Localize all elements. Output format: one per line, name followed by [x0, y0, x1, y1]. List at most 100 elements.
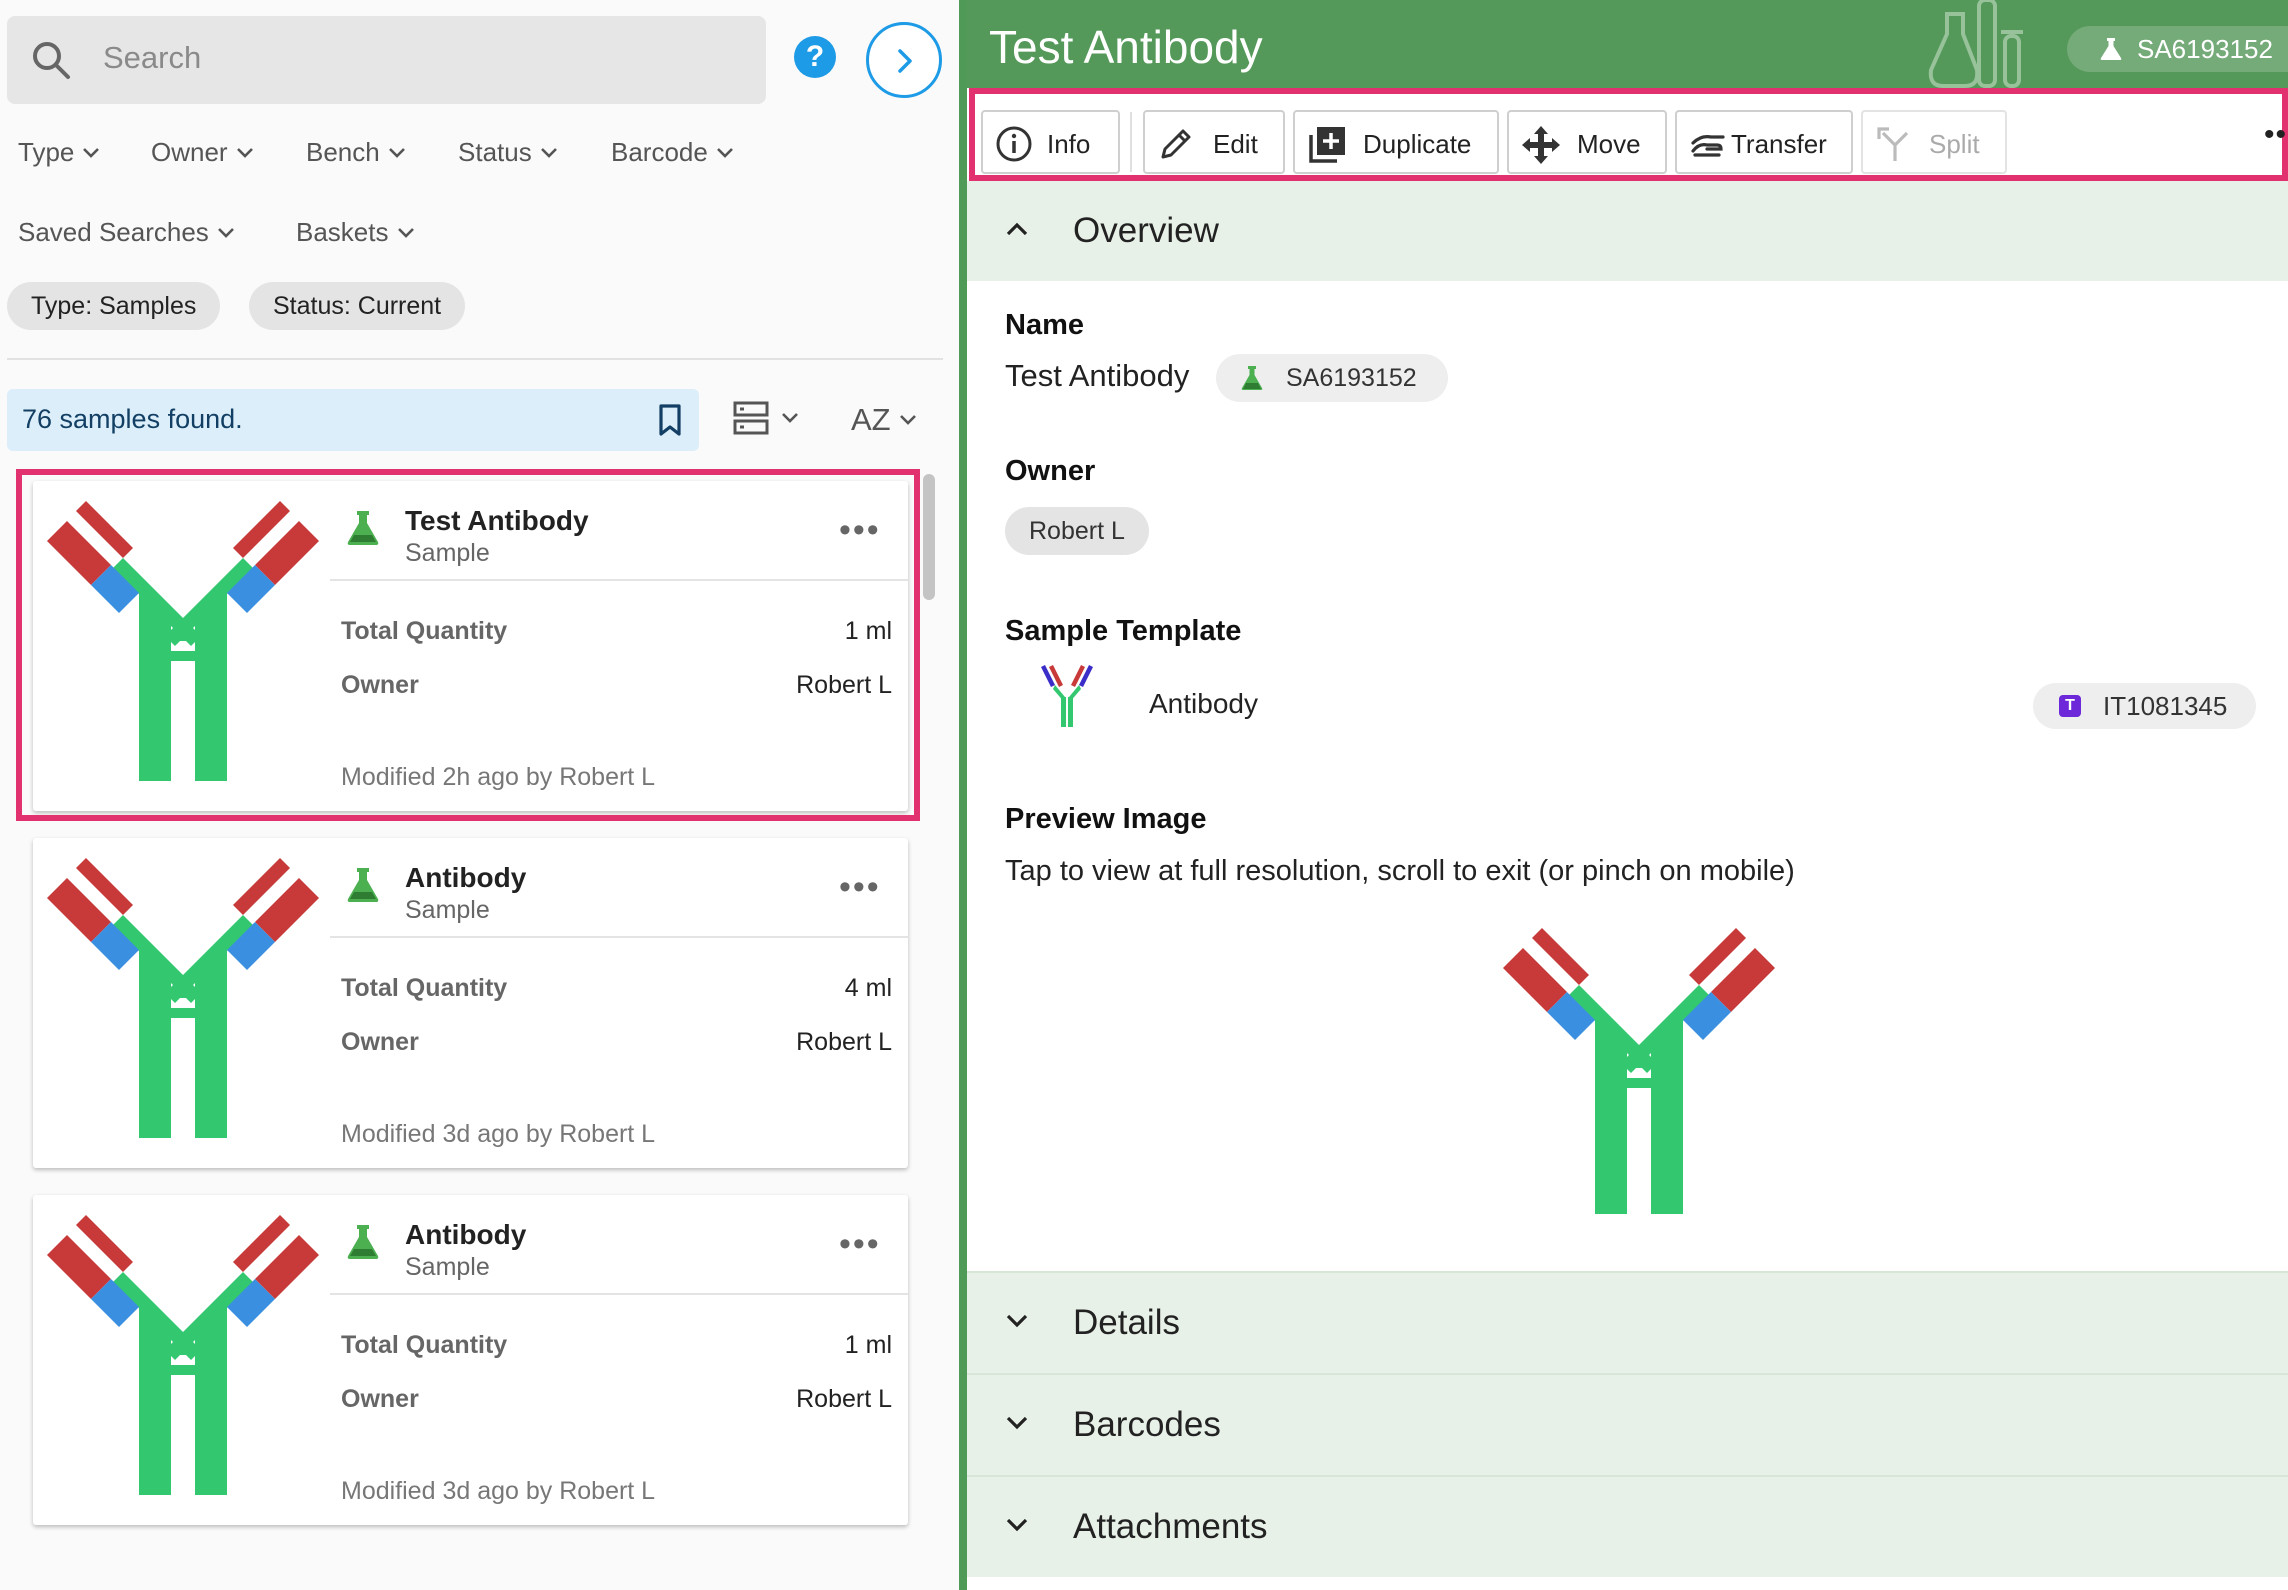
filter-owner[interactable]: Owner — [151, 137, 254, 168]
flask-icon — [347, 868, 379, 902]
sample-card[interactable]: Antibody Sample ••• Total Quantity 4 ml … — [33, 838, 908, 1168]
filter-label: Barcode — [611, 137, 708, 167]
info-button[interactable]: Info — [981, 110, 1120, 174]
flask-icon — [1241, 366, 1263, 390]
quantity-value: 1 ml — [844, 1331, 892, 1359]
filter-label: Owner — [151, 137, 228, 167]
antibody-thumbnail — [47, 858, 319, 1138]
results-count: 76 samples found. — [22, 404, 243, 434]
split-button[interactable]: Split — [1861, 110, 2007, 174]
filter-baskets[interactable]: Baskets — [296, 217, 415, 248]
results-count-bar: 76 samples found. — [7, 389, 699, 451]
overview-label: Overview — [1073, 211, 1219, 250]
more-options-icon[interactable]: ••• — [839, 870, 881, 904]
bookmark-icon[interactable] — [655, 403, 687, 437]
chevron-up-icon — [1006, 222, 1028, 236]
sample-template-label: Sample Template — [1005, 615, 1242, 647]
pencil-icon — [1161, 129, 1191, 159]
split-label: Split — [1929, 129, 1980, 159]
global-id-chip[interactable]: SA6193152 — [1216, 354, 1448, 402]
record-detail-panel: Test Antibody SA6193152 Info Edit Duplic… — [959, 0, 2288, 1590]
active-filter-chip-status[interactable]: Status: Current — [249, 282, 466, 330]
duplicate-label[interactable]: Duplicate — [1363, 129, 1471, 160]
owner-label: Owner — [341, 1385, 419, 1413]
info-label: Info — [1047, 129, 1091, 159]
duplicate-button[interactable]: Duplicate — [1293, 110, 1499, 174]
divider — [330, 1293, 908, 1295]
search-input[interactable]: Search — [7, 16, 766, 104]
edit-button[interactable]: Edit — [1143, 110, 1285, 174]
transfer-hand-icon — [1691, 135, 1725, 157]
more-options-icon[interactable]: •• — [2264, 120, 2287, 150]
antibody-preview-image[interactable] — [1489, 928, 1789, 1214]
owner-label: Owner — [341, 1028, 419, 1056]
sort-label: AZ — [851, 402, 891, 437]
divider — [330, 936, 908, 938]
search-placeholder: Search — [103, 40, 202, 75]
card-subtitle: Sample — [405, 1253, 490, 1281]
quantity-label: Total Quantity — [341, 974, 508, 1002]
filter-label: Saved Searches — [18, 217, 209, 247]
filter-label: Status — [458, 137, 532, 167]
card-subtitle: Sample — [405, 896, 490, 924]
chevron-down-icon — [540, 147, 557, 158]
modified-text: Modified 3d ago by Robert L — [341, 1120, 656, 1148]
record-header: Test Antibody SA6193152 — [967, 0, 2288, 88]
attachments-section-header[interactable]: Attachments — [967, 1477, 2288, 1577]
quantity-value: 4 ml — [844, 974, 892, 1002]
layout-toggle-button[interactable] — [733, 400, 799, 436]
scrollbar[interactable] — [923, 474, 935, 600]
filter-label: Baskets — [296, 217, 389, 247]
chevron-down-icon — [899, 415, 916, 425]
expand-panel-button[interactable] — [866, 22, 942, 98]
chevron-down-icon — [397, 227, 414, 238]
details-label: Details — [1073, 1303, 1180, 1342]
chevron-down-icon — [236, 147, 253, 158]
overview-section-header[interactable]: Overview — [967, 181, 2288, 281]
filter-status[interactable]: Status — [458, 137, 558, 168]
filter-type[interactable]: Type — [18, 137, 100, 168]
lab-glassware-icon — [1928, 0, 2023, 88]
filter-label: Bench — [306, 137, 380, 167]
card-title: Antibody — [405, 1219, 527, 1250]
chevron-down-icon — [388, 147, 405, 158]
modified-text: Modified 3d ago by Robert L — [341, 1477, 656, 1505]
record-title: Test Antibody — [989, 21, 1263, 73]
chevron-down-icon — [83, 147, 100, 158]
move-arrows-icon — [1522, 126, 1560, 164]
antibody-thumbnail — [47, 1215, 319, 1495]
more-options-icon[interactable]: ••• — [839, 1227, 881, 1261]
help-icon[interactable]: ? — [794, 36, 836, 78]
chevron-down-icon — [1006, 1518, 1028, 1532]
duplicate-icon — [1309, 127, 1345, 163]
edit-label: Edit — [1213, 129, 1258, 159]
barcodes-section-header[interactable]: Barcodes — [967, 1375, 2288, 1475]
sort-button[interactable]: AZ — [851, 402, 917, 438]
filter-label: Type — [18, 137, 75, 167]
chevron-down-icon — [1006, 1314, 1028, 1328]
flask-icon — [2100, 38, 2122, 60]
owner-value: Robert L — [796, 1385, 892, 1413]
filter-bench[interactable]: Bench — [306, 137, 406, 168]
owner-chip[interactable]: Robert L — [1005, 507, 1149, 555]
owner-value: Robert L — [796, 1028, 892, 1056]
split-icon — [1877, 127, 1909, 161]
actions-toolbar: Info Edit Duplicate Move Transfer Split … — [969, 88, 2288, 181]
chevron-down-icon — [782, 413, 798, 423]
chevron-down-icon — [716, 147, 733, 158]
move-button[interactable]: Move — [1507, 110, 1667, 174]
details-section-header[interactable]: Details — [967, 1273, 2288, 1373]
selected-card-highlight — [16, 469, 920, 821]
divider — [7, 358, 943, 360]
owner-label: Owner — [1005, 455, 1096, 487]
global-id-chip[interactable]: SA6193152 — [2067, 26, 2288, 72]
template-id-chip[interactable]: T IT1081345 — [2033, 683, 2256, 729]
chevron-down-icon — [1006, 1416, 1028, 1430]
active-filter-chip-type[interactable]: Type: Samples — [7, 282, 221, 330]
chevron-down-icon — [217, 227, 234, 238]
filter-saved-searches[interactable]: Saved Searches — [18, 217, 235, 248]
sample-card[interactable]: Antibody Sample ••• Total Quantity 1 ml … — [33, 1195, 908, 1525]
filter-barcode[interactable]: Barcode — [611, 137, 734, 168]
transfer-button[interactable]: Transfer — [1675, 110, 1853, 174]
search-icon — [33, 42, 70, 79]
